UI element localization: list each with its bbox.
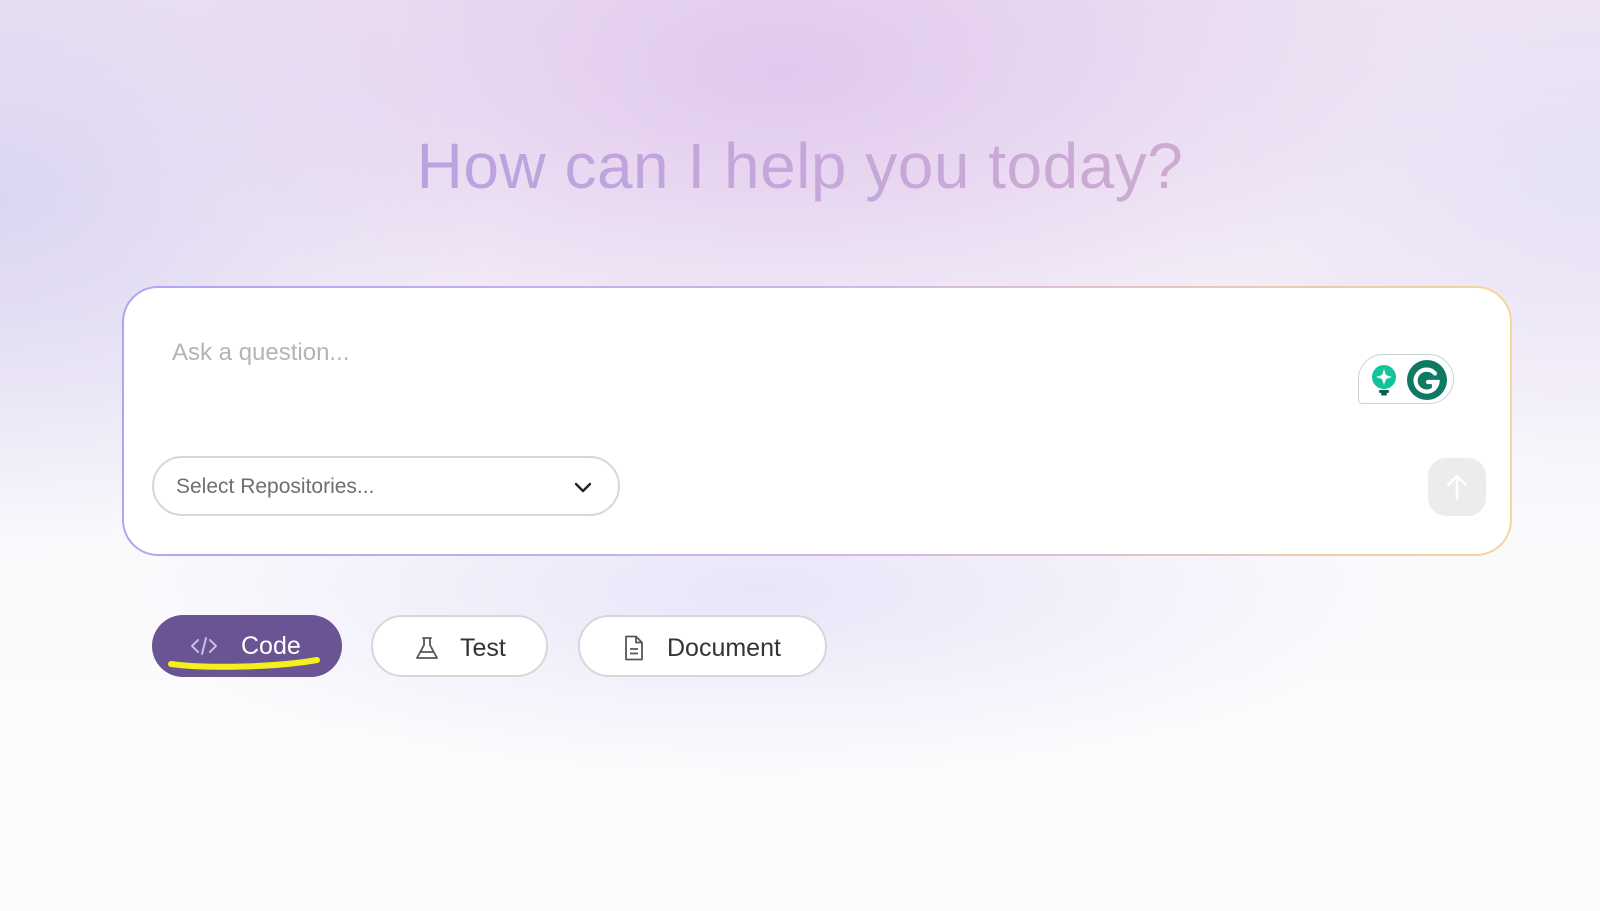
arrow-up-icon (1446, 474, 1468, 501)
document-chip[interactable]: Document (578, 615, 827, 677)
document-icon (625, 635, 643, 661)
grammarly-widget[interactable] (1358, 354, 1454, 404)
repository-select-label: Select Repositories... (176, 475, 375, 498)
highlight-mark (168, 657, 320, 670)
grammarly-suggestion-icon[interactable] (1369, 364, 1399, 396)
question-input[interactable] (170, 332, 1274, 374)
flask-icon (416, 637, 438, 659)
document-chip-label: Document (667, 634, 781, 662)
grammarly-logo-icon[interactable] (1407, 360, 1447, 400)
page-title: How can I help you today? (0, 128, 1600, 204)
test-chip-label: Test (460, 634, 506, 662)
test-chip[interactable]: Test (371, 615, 548, 677)
chevron-down-icon (574, 482, 592, 493)
repository-select[interactable]: Select Repositories... (152, 456, 620, 516)
send-button[interactable] (1428, 458, 1486, 516)
composer: Select Repositories... (124, 288, 1510, 554)
composer-card: Select Repositories... (122, 286, 1512, 556)
